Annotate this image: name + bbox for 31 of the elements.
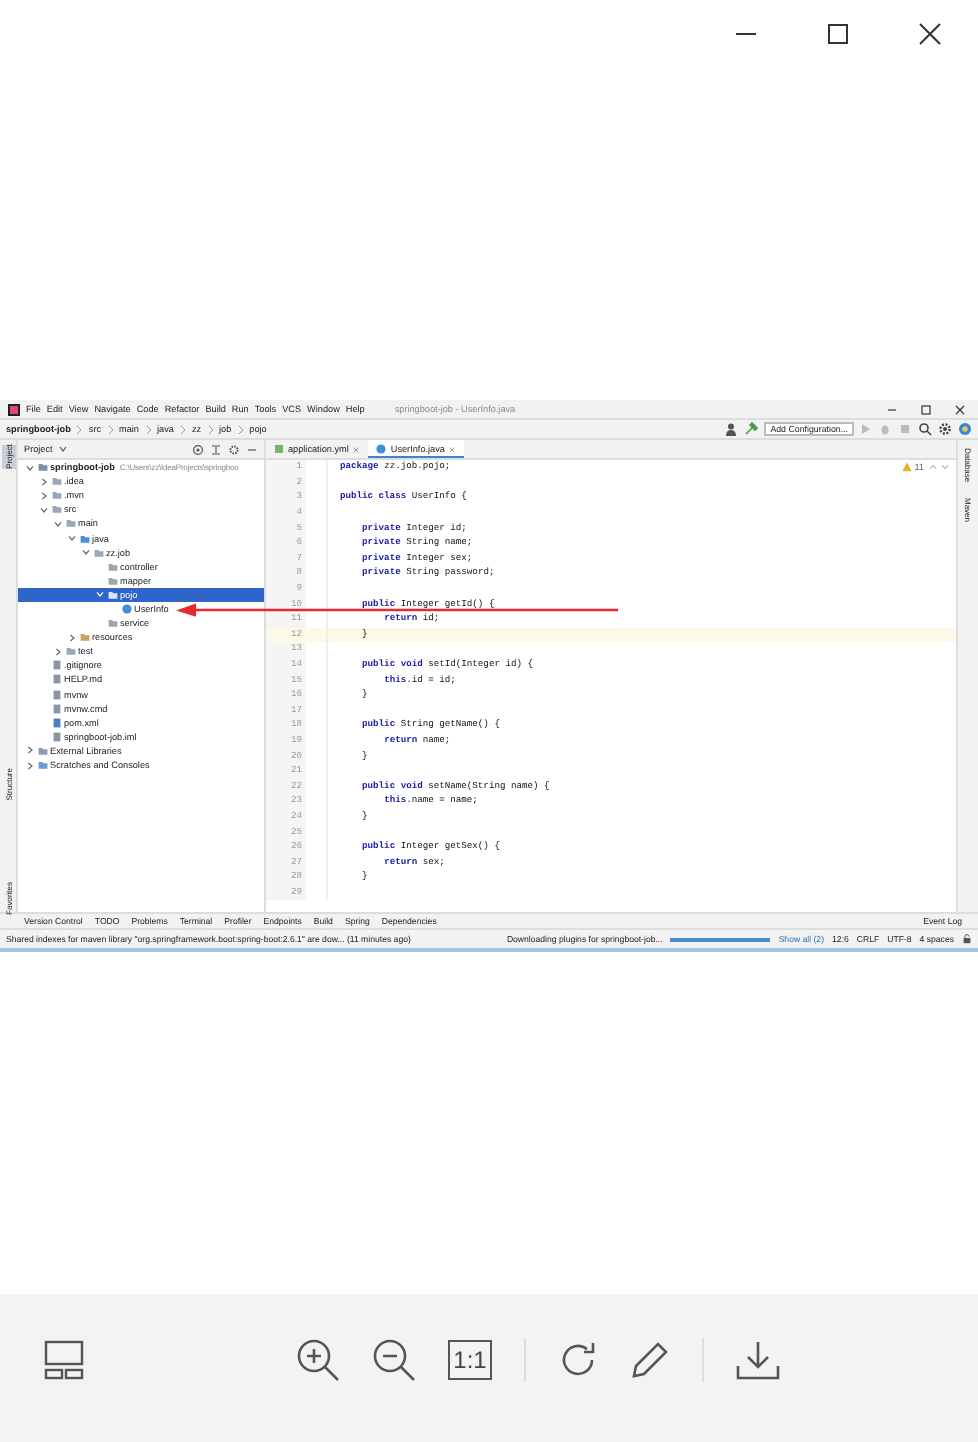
zoom-out-icon[interactable] bbox=[372, 1338, 416, 1382]
actual-size-button[interactable]: 1:1 bbox=[448, 1340, 492, 1380]
hammer-icon[interactable] bbox=[744, 422, 759, 436]
pencil-icon[interactable] bbox=[630, 1340, 670, 1380]
target-icon[interactable] bbox=[192, 443, 204, 455]
settings-icon[interactable] bbox=[228, 443, 240, 455]
settings-icon[interactable] bbox=[938, 422, 952, 436]
maximize-icon[interactable] bbox=[826, 22, 850, 46]
lock-icon[interactable] bbox=[962, 934, 972, 944]
search-icon[interactable] bbox=[918, 422, 932, 436]
thumbnails-icon[interactable] bbox=[44, 1340, 84, 1380]
chevron-icon bbox=[145, 423, 151, 435]
folder-icon bbox=[107, 618, 117, 629]
zoom-in-icon[interactable] bbox=[296, 1338, 340, 1382]
file-icon bbox=[274, 444, 284, 454]
chevron-icon bbox=[207, 423, 214, 435]
collapse-icon[interactable] bbox=[210, 443, 222, 455]
class-icon bbox=[121, 603, 131, 614]
rotate-icon[interactable] bbox=[558, 1340, 598, 1380]
person-icon[interactable] bbox=[724, 422, 739, 436]
chevron-icon bbox=[237, 423, 244, 435]
app-logo-icon bbox=[8, 403, 20, 415]
class-icon bbox=[376, 444, 387, 454]
close-icon[interactable] bbox=[918, 22, 942, 46]
chevron-icon bbox=[107, 423, 114, 435]
chevron-icon bbox=[179, 423, 186, 435]
chevron-icon bbox=[76, 423, 83, 435]
dropdown-icon[interactable] bbox=[58, 444, 69, 454]
download-icon[interactable] bbox=[736, 1340, 780, 1380]
close-icon[interactable] bbox=[954, 403, 966, 415]
maximize-icon[interactable] bbox=[920, 403, 932, 415]
